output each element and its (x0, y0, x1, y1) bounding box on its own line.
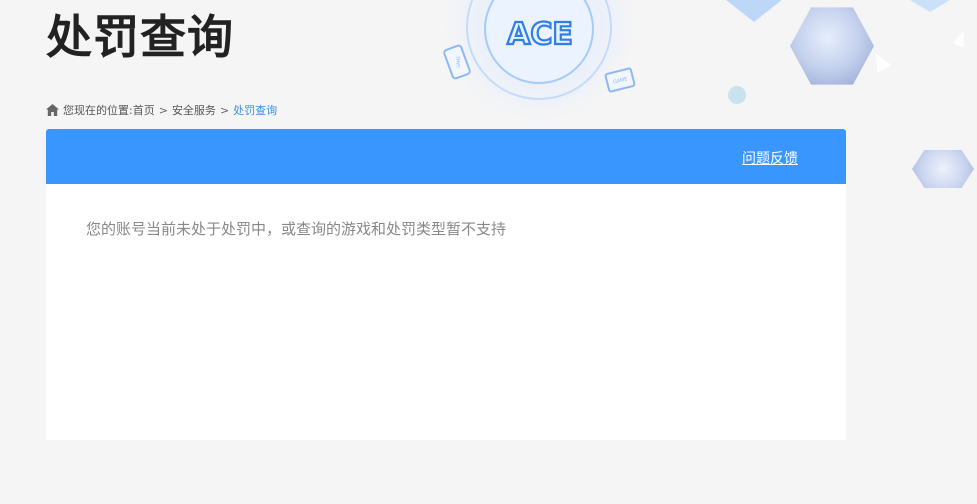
breadcrumb-separator: > (158, 103, 168, 117)
ace-logo: ACE (506, 16, 574, 53)
breadcrumb-prefix: 您现在的位置: (63, 104, 133, 117)
phone-icon-label: GAME (456, 56, 461, 68)
panel-body: 您的账号当前未处于处罚中，或查询的游戏和处罚类型暂不支持 (46, 184, 846, 273)
breadcrumb-separator: > (219, 103, 230, 117)
character-portrait-hexagon (790, 7, 874, 85)
decorative-triangle (716, 0, 792, 22)
decorative-bubble (728, 86, 746, 104)
decorative-triangle (900, 0, 960, 12)
breadcrumb-item-security-service[interactable]: 安全服务 (172, 102, 216, 118)
home-icon (46, 104, 59, 116)
decorative-shard (952, 28, 970, 48)
no-penalty-message: 您的账号当前未处于处罚中，或查询的游戏和处罚类型暂不支持 (86, 220, 507, 238)
character-portrait-hexagon-small (912, 150, 974, 188)
page-title: 处罚查询 (46, 10, 234, 64)
breadcrumb-item-current: 处罚查询 (233, 104, 278, 117)
panel-header: 问题反馈 (46, 129, 846, 184)
result-panel: 问题反馈 您的账号当前未处于处罚中，或查询的游戏和处罚类型暂不支持 (46, 129, 846, 440)
feedback-link[interactable]: 问题反馈 (742, 148, 798, 168)
breadcrumb-item-home[interactable]: 首页 (133, 102, 155, 118)
ace-logo-text: ACE (507, 17, 573, 52)
breadcrumb: 您现在的位置: 首页 > 安全服务 > 处罚查询 (46, 101, 277, 119)
decorative-shard (868, 49, 892, 73)
page: ACE GAME GAME 处罚查询 您现在的位置: 首页 > 安全服务 > 处… (0, 0, 977, 504)
monitor-icon-label: GAME (612, 76, 628, 85)
